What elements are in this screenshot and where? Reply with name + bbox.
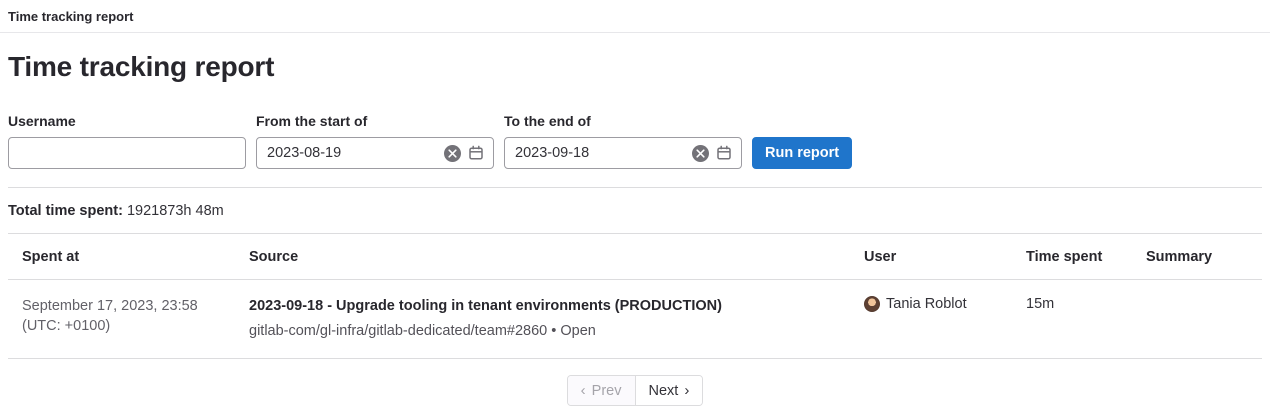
time-tracking-table: Spent at Source User Time spent Summary … <box>8 233 1262 359</box>
next-label: Next <box>649 383 679 399</box>
report-filter-form: Username From the start of <box>8 112 1262 169</box>
to-date-icons <box>692 137 733 169</box>
prev-label: Prev <box>592 383 622 399</box>
spent-at-datetime: September 17, 2023, 23:58 <box>22 296 241 316</box>
clear-icon[interactable] <box>692 145 709 162</box>
page-title: Time tracking report <box>8 48 1262 86</box>
from-date-label: From the start of <box>256 112 494 130</box>
column-header-time-spent: Time spent <box>1026 234 1146 280</box>
table-header-row: Spent at Source User Time spent Summary <box>8 234 1262 280</box>
username-input[interactable] <box>8 137 246 169</box>
time-spent-cell: 15m <box>1026 280 1146 359</box>
column-header-source: Source <box>249 234 864 280</box>
username-field-group: Username <box>8 112 246 169</box>
from-date-field-group: From the start of <box>256 112 494 169</box>
prev-page-button[interactable]: ‹ Prev <box>568 376 636 405</box>
breadcrumb-item-time-tracking-report[interactable]: Time tracking report <box>8 9 133 24</box>
source-issue-link[interactable]: 2023-09-18 - Upgrade tooling in tenant e… <box>249 296 856 316</box>
to-date-label: To the end of <box>504 112 742 130</box>
calendar-icon[interactable] <box>467 144 485 162</box>
clear-icon[interactable] <box>444 145 461 162</box>
table-row: September 17, 2023, 23:58 (UTC: +0100) 2… <box>8 280 1262 359</box>
run-report-button[interactable]: Run report <box>752 137 852 169</box>
summary-cell <box>1146 280 1262 359</box>
total-time-spent: Total time spent: 1921873h 48m <box>8 188 1262 233</box>
column-header-spent-at: Spent at <box>8 234 249 280</box>
x-icon <box>448 149 457 158</box>
chevron-right-icon: › <box>684 383 689 398</box>
user-name[interactable]: Tania Roblot <box>886 296 967 312</box>
source-cell: 2023-09-18 - Upgrade tooling in tenant e… <box>249 280 864 359</box>
calendar-icon[interactable] <box>715 144 733 162</box>
next-page-button[interactable]: Next › <box>636 376 703 405</box>
username-label: Username <box>8 112 246 130</box>
spent-at-timezone: (UTC: +0100) <box>22 316 241 336</box>
avatar <box>864 296 880 312</box>
pagination: ‹ Prev Next › <box>8 375 1262 406</box>
main-content: Time tracking report Username From the s… <box>0 48 1270 406</box>
x-icon <box>696 149 705 158</box>
breadcrumb: Time tracking report <box>0 0 1270 33</box>
total-time-label: Total time spent: <box>8 203 123 219</box>
spent-at-cell: September 17, 2023, 23:58 (UTC: +0100) <box>8 280 249 359</box>
to-date-field-group: To the end of <box>504 112 742 169</box>
user-cell: Tania Roblot <box>864 280 1026 359</box>
from-date-icons <box>444 137 485 169</box>
column-header-user: User <box>864 234 1026 280</box>
source-project-path: gitlab-com/gl-infra/gitlab-dedicated/tea… <box>249 322 856 340</box>
column-header-summary: Summary <box>1146 234 1262 280</box>
total-time-value: 1921873h 48m <box>127 203 224 219</box>
chevron-left-icon: ‹ <box>581 383 586 398</box>
